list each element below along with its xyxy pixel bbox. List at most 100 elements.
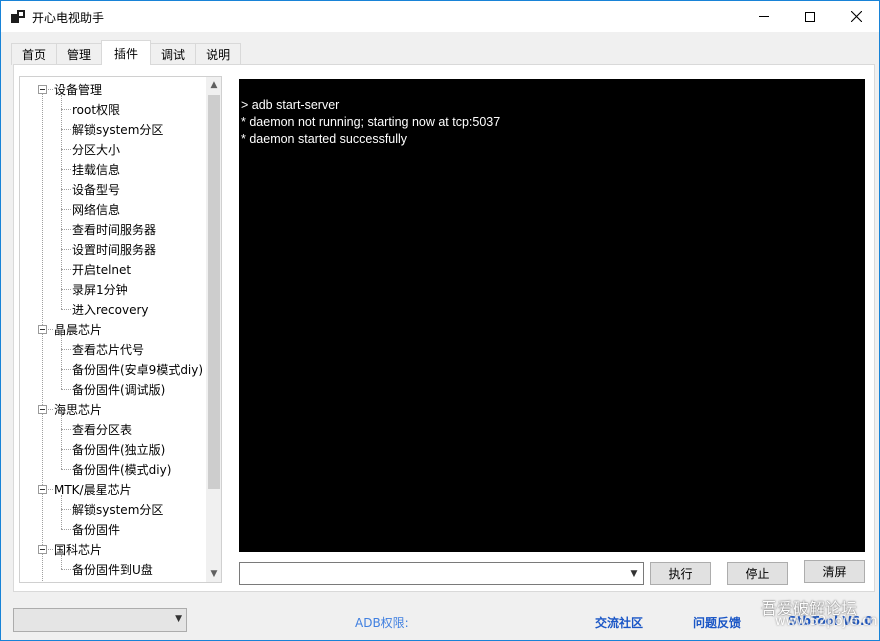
maximize-icon — [805, 11, 815, 22]
tree-connector — [61, 389, 71, 390]
tree-connector — [61, 209, 71, 210]
minimize-icon — [759, 16, 769, 17]
tree-connector — [48, 409, 53, 410]
collapse-icon[interactable] — [38, 325, 47, 334]
plugin-tree-list: 设备管理 root权限 解锁system分区 分区大小 挂载信息 设备型号 网络信息 查看时间… — [20, 77, 206, 582]
maximize-button[interactable] — [787, 1, 833, 32]
tree-item-label: 挂载信息 — [72, 162, 121, 177]
tree-item[interactable]: 挂载信息 — [72, 159, 120, 179]
tree-connector — [61, 95, 62, 309]
console-output: > adb start-server * daemon not running;… — [239, 79, 865, 552]
tree-item-label: 备份固件(模式diy) — [72, 462, 172, 477]
tree-item-label: 设置时间服务器 — [72, 242, 157, 257]
tree-item-label: 备份固件(独立版) — [72, 442, 166, 457]
tree-connector — [61, 509, 71, 510]
adb-permission-label: ADB权限: — [355, 616, 409, 630]
console-line: * daemon not running; starting now at tc… — [241, 115, 501, 129]
tree-item[interactable]: 设备型号 — [72, 179, 120, 199]
tree-item-label: 录屏1分钟 — [72, 282, 128, 297]
collapse-icon[interactable] — [38, 85, 47, 94]
tree-connector — [61, 469, 71, 470]
feedback-link[interactable]: 问题反馈 — [693, 614, 741, 631]
tree-item-label: 进入recovery — [72, 302, 149, 317]
tab-debug[interactable]: 调试 — [150, 43, 197, 65]
tree-item-label: 备份固件(安卓9模式diy) — [72, 362, 204, 377]
tree-item-label: 查看分区表 — [72, 422, 133, 437]
tree-item[interactable]: 备份固件(独立版) — [72, 439, 165, 459]
tree-item[interactable]: 备份固件(模式diy) — [72, 459, 171, 479]
tree-item[interactable]: 进入recovery — [72, 299, 149, 319]
tree-item[interactable]: root权限 — [72, 99, 120, 119]
tree-item-label: 查看时间服务器 — [72, 222, 157, 237]
tree-item[interactable]: 开启telnet — [72, 259, 131, 279]
tree-item[interactable]: 设置时间服务器 — [72, 239, 156, 259]
tree-connector — [61, 335, 62, 389]
tree-connector — [61, 569, 71, 570]
tree-group[interactable]: MTK/晨星芯片 — [54, 479, 132, 499]
tree-item-label: 网络信息 — [72, 202, 121, 217]
tree-item[interactable]: 查看时间服务器 — [72, 219, 156, 239]
command-input[interactable]: ▼ — [239, 562, 644, 585]
tree-connector — [61, 129, 71, 130]
tree-item[interactable]: 查看芯片代号 — [72, 339, 144, 359]
console-line: * daemon started successfully — [241, 132, 408, 146]
execute-button[interactable]: 执行 — [650, 562, 711, 585]
device-select[interactable]: ▼ — [13, 608, 187, 632]
tab-help[interactable]: 说明 — [195, 43, 242, 65]
tree-item[interactable]: 备份固件(安卓9模式diy) — [72, 359, 203, 379]
tree-item[interactable]: 解锁system分区 — [72, 499, 163, 519]
tree-connector — [48, 329, 53, 330]
collapse-icon[interactable] — [38, 405, 47, 414]
tree-connector — [61, 229, 71, 230]
tree-scrollbar[interactable]: ▲ ▼ — [206, 77, 221, 582]
tree-item-label: root权限 — [72, 102, 121, 117]
tree-item[interactable]: 备份固件 — [72, 519, 120, 539]
scroll-down-icon[interactable]: ▼ — [206, 566, 221, 582]
app-icon — [11, 10, 25, 23]
tree-item[interactable]: 分区大小 — [72, 139, 120, 159]
tree-connector — [61, 429, 71, 430]
tree-connector — [61, 369, 71, 370]
tab-label: 首页 — [22, 48, 47, 62]
minimize-button[interactable] — [741, 1, 787, 32]
watermark-url: www.52pojie.cn — [775, 614, 878, 629]
stop-button[interactable]: 停止 — [727, 562, 788, 585]
tree-connector — [61, 309, 71, 310]
tree-item-label: 开启telnet — [72, 262, 132, 277]
community-link[interactable]: 交流社区 — [595, 614, 643, 631]
tree-connector — [61, 349, 71, 350]
tab-home[interactable]: 首页 — [11, 43, 58, 65]
tree-item-label: 备份固件(调试版) — [72, 382, 166, 397]
tree-group-label: MTK/晨星芯片 — [54, 482, 132, 497]
tree-connector — [48, 549, 53, 550]
collapse-icon[interactable] — [38, 545, 47, 554]
close-button[interactable] — [833, 1, 879, 32]
tree-item[interactable]: 录屏1分钟 — [72, 279, 128, 299]
tab-manage[interactable]: 管理 — [56, 43, 103, 65]
tree-item[interactable]: 解锁system分区 — [72, 119, 163, 139]
tab-label: 管理 — [67, 48, 92, 62]
collapse-icon[interactable] — [38, 485, 47, 494]
clear-button[interactable]: 清屏 — [804, 560, 865, 583]
tree-item-label: 分区大小 — [72, 142, 121, 157]
tree-connector — [61, 529, 71, 530]
window-title: 开心电视助手 — [32, 11, 105, 25]
plugin-tree[interactable]: 设备管理 root权限 解锁system分区 分区大小 挂载信息 设备型号 网络信息 查看时间… — [19, 76, 222, 583]
tree-connector — [61, 149, 71, 150]
tree-item[interactable]: 备份固件(调试版) — [72, 379, 165, 399]
tree-item-label: 解锁system分区 — [72, 502, 164, 517]
tree-connector — [48, 489, 53, 490]
tab-label: 插件 — [114, 46, 139, 61]
title-bar[interactable]: 开心电视助手 — [1, 1, 879, 32]
tree-connector — [61, 555, 62, 569]
tab-plugins[interactable]: 插件 — [101, 40, 152, 65]
scrollbar-thumb[interactable] — [208, 95, 220, 489]
tree-connector — [61, 249, 71, 250]
tree-item[interactable]: 网络信息 — [72, 199, 120, 219]
tab-label: 调试 — [161, 48, 186, 62]
chevron-down-icon[interactable]: ▼ — [627, 567, 641, 581]
scroll-up-icon[interactable]: ▲ — [206, 77, 221, 93]
tree-item[interactable]: 查看分区表 — [72, 419, 132, 439]
tree-connector — [42, 93, 43, 582]
tree-item[interactable]: 备份固件到U盘 — [72, 559, 153, 579]
